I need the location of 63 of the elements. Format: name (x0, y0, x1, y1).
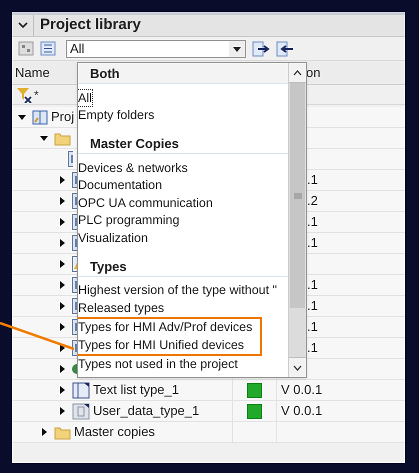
version-text: .2 (307, 192, 318, 210)
text-list-icon (72, 382, 90, 398)
collapsed-arrow-icon[interactable] (58, 386, 66, 394)
collapsed-arrow-icon[interactable] (58, 176, 66, 184)
tree-view-icon[interactable] (18, 41, 34, 56)
dropdown-option[interactable]: Released types (78, 300, 164, 316)
grip-icon[interactable] (294, 192, 302, 198)
chevron-icon (18, 22, 28, 29)
collapsed-arrow-icon[interactable] (58, 260, 66, 268)
group-heading: Types (78, 256, 288, 276)
block-icon (68, 151, 73, 167)
dropdown-option[interactable]: Empty folders (78, 107, 154, 124)
dropdown-option[interactable]: Types for HMI Adv/Prof devices (78, 319, 252, 336)
clear-filter-icon[interactable] (16, 86, 32, 102)
list-view-icon[interactable] (40, 41, 56, 56)
dropdown-option[interactable]: Types not used in the project (78, 356, 238, 372)
dropdown-option[interactable]: Visualization (78, 230, 148, 246)
dropdown-option[interactable]: Devices & networks (78, 160, 188, 176)
scrollbar[interactable] (288, 63, 306, 377)
version-text: .1 (307, 297, 318, 316)
folder-icon (54, 130, 71, 146)
tree-item-label[interactable]: User_data_type_1 (93, 401, 200, 421)
group-heading: Master Copies (78, 133, 288, 154)
move-right-icon[interactable] (252, 40, 270, 56)
panel-title: Project library (39, 15, 141, 36)
version-text: .1 (307, 318, 318, 336)
collapsed-arrow-icon[interactable] (58, 407, 66, 415)
collapsed-arrow-icon[interactable] (58, 302, 66, 310)
scroll-up-icon[interactable] (293, 70, 302, 76)
tree-item-label[interactable]: Text list type_1 (93, 380, 179, 400)
dropdown-option[interactable]: PLC programming (78, 212, 180, 228)
version-text: .1 (307, 276, 318, 294)
collapsed-arrow-icon[interactable] (58, 323, 66, 331)
expanded-arrow-icon[interactable] (40, 134, 48, 142)
version-text: .1 (307, 339, 318, 358)
picture-icon (72, 256, 77, 272)
dropdown-option[interactable]: Highest version of the type without " (78, 282, 277, 298)
version-text: .1 (307, 234, 318, 252)
expanded-arrow-icon[interactable] (18, 113, 26, 121)
dropdown-option[interactable]: OPC UA communication (78, 194, 213, 211)
filter-text: * (34, 86, 39, 104)
collapsed-arrow-icon[interactable] (58, 197, 66, 205)
filter-dropdown[interactable]: All (66, 40, 246, 58)
scroll-down-icon[interactable] (293, 364, 302, 370)
version-text: .1 (307, 213, 318, 232)
version-text: .1 (307, 171, 318, 190)
move-left-icon[interactable] (276, 40, 294, 56)
group-heading: Both (78, 63, 288, 84)
dropdown-option[interactable]: Documentation (78, 177, 162, 194)
tree-item-label[interactable]: Proj (51, 107, 74, 127)
version-text: V 0.0.1 (281, 402, 322, 420)
dropdown-option[interactable]: All (78, 90, 92, 106)
dropdown-option[interactable]: Types for HMI Unified devices (78, 336, 244, 353)
book-icon (32, 110, 48, 124)
collapsed-arrow-icon[interactable] (58, 344, 66, 352)
folder-icon (54, 424, 71, 440)
collapsed-arrow-icon[interactable] (40, 428, 48, 436)
collapsed-arrow-icon[interactable] (58, 365, 66, 373)
tree-item-label[interactable]: Master copies (74, 422, 155, 442)
collapsed-arrow-icon[interactable] (58, 239, 66, 247)
version-text: V 0.0.1 (281, 381, 322, 400)
collapsed-arrow-icon[interactable] (58, 281, 66, 289)
collapsed-arrow-icon[interactable] (58, 218, 66, 226)
